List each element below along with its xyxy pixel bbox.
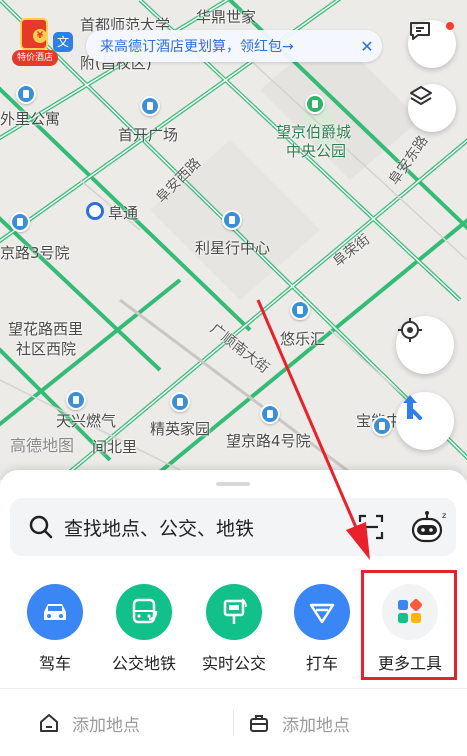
locate-button[interactable] <box>396 316 454 374</box>
map-label: 京路3号院 <box>0 244 70 262</box>
highlight-box <box>361 570 457 680</box>
bottom-sheet[interactable]: 查找地点、公交、地铁 z 驾车 公交地铁 实时公交 打车 更多工具 添加地点 添… <box>0 470 467 756</box>
home-icon <box>40 714 58 732</box>
map-label: 精英家园 <box>150 420 211 438</box>
park-poi-icon[interactable] <box>305 94 325 114</box>
poi-icon[interactable] <box>10 212 30 232</box>
vertical-divider <box>233 710 234 736</box>
message-button[interactable] <box>408 20 456 68</box>
map-label: 间北里 <box>92 438 138 456</box>
red-envelope-icon: ¥ <box>20 18 48 50</box>
poi-icon[interactable] <box>66 390 86 410</box>
tool-label: 打车 <box>305 654 338 673</box>
voice-assistant-icon[interactable]: z <box>410 508 448 544</box>
map-label: 望京路4号院 <box>226 432 311 450</box>
hotel-promo-banner[interactable]: 来高德订酒店更划算，领红包→ ✕ <box>86 30 382 62</box>
map-label: 望京伯爵城 <box>276 123 352 141</box>
crosshair-icon <box>398 318 422 342</box>
search-icon <box>29 515 53 539</box>
poi-icon[interactable] <box>290 300 310 320</box>
map-label: 阜通 <box>108 204 139 222</box>
amap-watermark: 高德地图 <box>10 436 75 455</box>
search-input[interactable]: 查找地点、公交、地铁 <box>64 514 254 541</box>
bus-stop-icon <box>206 584 262 640</box>
tool-label: 公交地铁 <box>111 654 176 673</box>
tool-taxi[interactable]: 打车 <box>282 574 362 674</box>
hotel-deal-badge[interactable]: ¥ 特价酒店 <box>12 18 58 66</box>
scan-icon[interactable] <box>356 512 386 542</box>
map-label: 中央公园 <box>286 142 347 160</box>
notification-dot <box>446 22 454 30</box>
car-icon <box>27 584 83 640</box>
map-label: 外里公寓 <box>0 110 61 128</box>
poi-icon[interactable] <box>372 416 392 436</box>
layers-icon <box>410 86 432 105</box>
map-view[interactable]: 华鼎世家 首都师范大学 附(昌校区) 外里公寓 首开广场 望京伯爵城 中央公园 … <box>0 0 467 480</box>
text-badge-icon[interactable]: 文 <box>53 32 73 52</box>
add-home-label: 添加地点 <box>72 715 140 736</box>
map-label: 社区西院 <box>16 340 77 358</box>
poi-icon[interactable] <box>260 404 280 424</box>
route-arrow-icon <box>403 395 422 420</box>
map-label: 首开广场 <box>118 126 179 144</box>
navigation-button[interactable] <box>396 392 454 450</box>
map-label: 华鼎世家 <box>196 8 257 26</box>
drag-handle[interactable] <box>216 482 250 486</box>
poi-icon[interactable] <box>170 392 190 412</box>
bus-subway-icon <box>116 584 172 640</box>
map-label: 利星行中心 <box>195 239 271 257</box>
poi-icon[interactable] <box>222 210 242 230</box>
taxi-icon <box>294 584 350 640</box>
tool-realtime-bus[interactable]: 实时公交 <box>194 574 274 674</box>
tool-label: 驾车 <box>38 654 71 673</box>
banner-text: 来高德订酒店更划算，领红包→ <box>100 39 294 55</box>
map-label: 天兴燃气 <box>56 412 117 430</box>
divider <box>0 688 467 689</box>
poi-icon[interactable] <box>16 84 36 104</box>
quick-tools: 驾车 公交地铁 实时公交 打车 更多工具 <box>0 570 467 680</box>
subway-icon[interactable] <box>86 202 104 220</box>
search-bar[interactable]: 查找地点、公交、地铁 z <box>10 498 456 556</box>
layers-button[interactable] <box>408 84 456 132</box>
add-work-label: 添加地点 <box>282 715 350 736</box>
chat-icon <box>410 22 430 40</box>
briefcase-icon <box>250 715 268 732</box>
close-icon[interactable]: ✕ <box>352 37 382 56</box>
poi-icon[interactable] <box>140 96 160 116</box>
tool-drive[interactable]: 驾车 <box>15 574 95 674</box>
svg-text:z: z <box>442 511 446 520</box>
map-label: 望花路西里 <box>8 320 84 338</box>
map-label: 悠乐汇 <box>280 330 326 348</box>
tool-label: 实时公交 <box>201 654 266 673</box>
coin-icon: ¥ <box>33 29 47 43</box>
hotel-deal-tag: 特价酒店 <box>12 50 58 66</box>
tool-transit[interactable]: 公交地铁 <box>104 574 184 674</box>
add-home-button[interactable]: 添加地点 <box>38 708 140 738</box>
add-work-button[interactable]: 添加地点 <box>248 708 350 738</box>
